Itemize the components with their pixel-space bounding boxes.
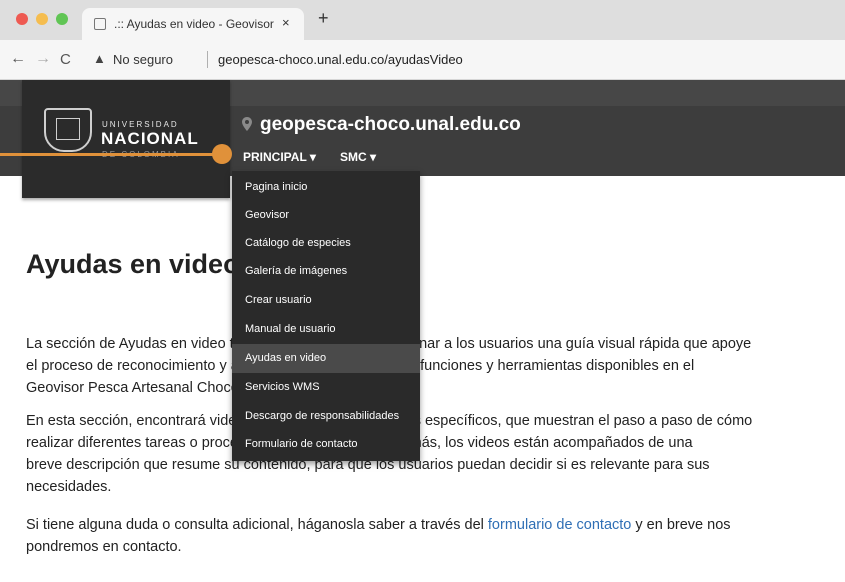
page-title: Ayudas en video — [26, 249, 240, 279]
tab-title: .:: Ayudas en video - Geovisor — [114, 17, 274, 31]
menu-item-servicios-wms[interactable]: Servicios WMS — [232, 373, 420, 402]
annotation-pointer-dot — [212, 144, 232, 164]
menu-item-catalogo[interactable]: Catálogo de especies — [232, 229, 420, 258]
warning-icon[interactable]: ▲ — [93, 51, 106, 66]
site-title[interactable]: geopesca-choco.unal.edu.co — [242, 114, 521, 136]
menu-item-manual[interactable]: Manual de usuario — [232, 315, 420, 344]
menu-smc[interactable]: SMC ▾ — [340, 150, 376, 164]
contact-paragraph: Si tiene alguna duda o consulta adiciona… — [26, 517, 731, 555]
menu-item-formulario[interactable]: Formulario de contacto — [232, 430, 420, 459]
menu-item-ayudas-video[interactable]: Ayudas en video — [232, 344, 420, 373]
not-secure-label[interactable]: No seguro — [113, 52, 173, 67]
main-content: Ayudas en video La sección de Ayudas en … — [0, 176, 845, 582]
back-arrow-icon[interactable]: ← — [10, 50, 26, 68]
coat-of-arms-icon — [44, 108, 92, 152]
logo-nacional: NACIONAL — [101, 129, 199, 148]
favicon-icon — [94, 18, 106, 30]
menu-item-crear-usuario[interactable]: Crear usuario — [232, 286, 420, 315]
address-divider — [207, 51, 208, 68]
menu-principal[interactable]: PRINCIPAL ▾ — [243, 150, 316, 164]
minimize-window-button[interactable] — [36, 13, 48, 25]
site-title-text: geopesca-choco.unal.edu.co — [260, 114, 521, 135]
reload-icon[interactable]: C — [60, 51, 71, 68]
browser-toolbar: ← → C ▲ No seguro geopesca-choco.unal.ed… — [0, 40, 845, 80]
menu-item-geovisor[interactable]: Geovisor — [232, 201, 420, 230]
address-bar[interactable]: geopesca-choco.unal.edu.co/ayudasVideo — [218, 52, 463, 67]
contact-form-link[interactable]: formulario de contacto — [488, 517, 631, 533]
principal-dropdown-menu: Pagina inicio Geovisor Catálogo de espec… — [232, 171, 420, 461]
menu-item-galeria[interactable]: Galería de imágenes — [232, 257, 420, 286]
new-tab-icon[interactable]: + — [318, 9, 329, 27]
maximize-window-button[interactable] — [56, 13, 68, 25]
menu-item-pagina-inicio[interactable]: Pagina inicio — [232, 173, 420, 202]
browser-tab[interactable]: .:: Ayudas en video - Geovisor × — [82, 8, 304, 40]
logo-universidad: UNIVERSIDAD — [102, 120, 179, 129]
forward-arrow-icon[interactable]: → — [35, 50, 51, 68]
section-paragraph: En esta sección, encontrará videos relac… — [26, 413, 753, 495]
location-pin-icon — [242, 117, 252, 131]
close-window-button[interactable] — [16, 13, 28, 25]
menu-item-descargo[interactable]: Descargo de responsabilidades — [232, 402, 420, 431]
intro-paragraph: La sección de Ayudas en video tiene como… — [26, 336, 752, 396]
tab-close-icon[interactable]: × — [282, 15, 290, 30]
browser-tab-bar: .:: Ayudas en video - Geovisor × + — [0, 0, 845, 40]
annotation-pointer-line — [0, 153, 222, 156]
